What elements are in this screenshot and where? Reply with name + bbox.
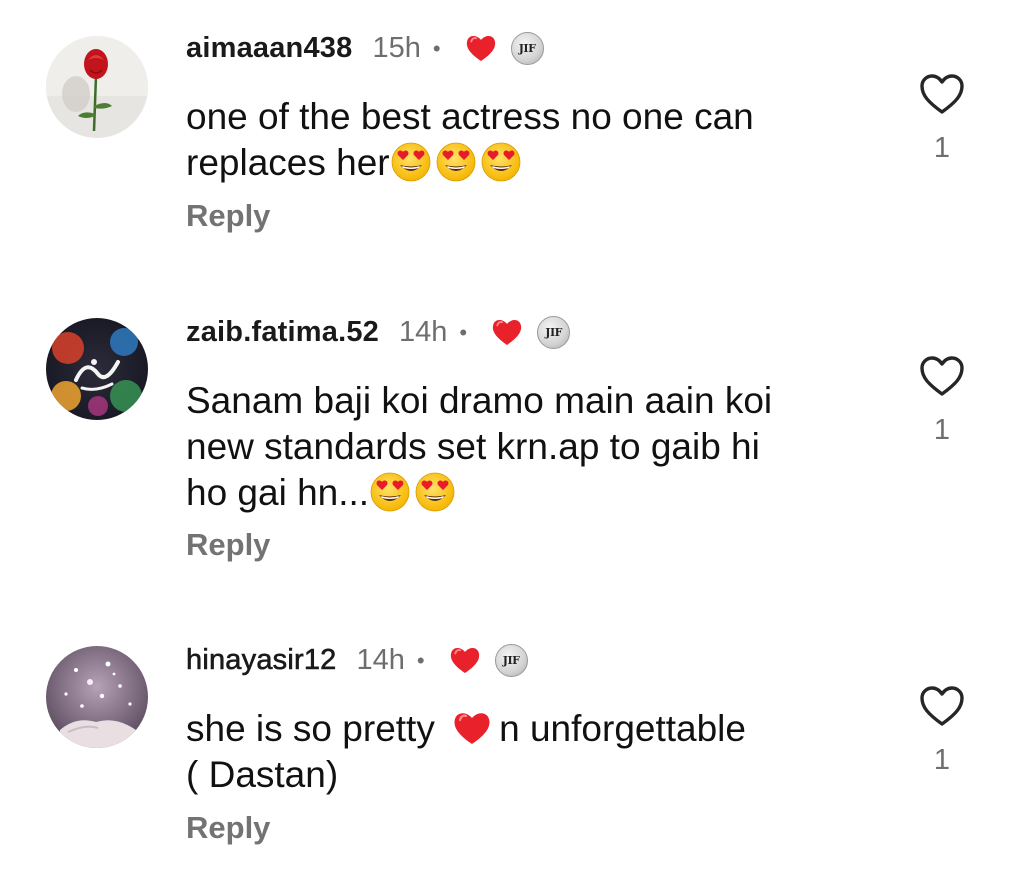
separator-dot: • xyxy=(459,320,468,345)
like-heart-icon[interactable] xyxy=(918,354,966,398)
reply-button[interactable]: Reply xyxy=(186,198,270,234)
like-count[interactable]: 1 xyxy=(918,414,966,447)
author-avatar-badge: JIF xyxy=(537,315,571,349)
comment-text: she is so pretty n unforgettable ( Dasta… xyxy=(186,706,876,798)
calligraphy-avatar-icon xyxy=(46,318,148,420)
comment-time: 15h xyxy=(372,31,421,64)
reply-button[interactable]: Reply xyxy=(186,810,270,846)
comment-text-line-with-emoji: ho gai hn... xyxy=(186,470,876,516)
comment-text-line: ho gai hn... xyxy=(186,472,370,513)
like-count[interactable]: 1 xyxy=(918,132,966,165)
username[interactable]: aimaaan438 xyxy=(186,32,352,65)
comment-text-line: ( Dastan) xyxy=(186,754,339,795)
comment-time: 14h xyxy=(356,643,405,676)
liked-by-author-heart-icon xyxy=(489,315,525,349)
comment-text-line: n unforgettable xyxy=(499,708,746,749)
separator-dot: • xyxy=(432,36,441,61)
heart-eyes-emoji-icon xyxy=(390,141,432,183)
comment-text-line: new standards set krn.ap to gaib hi xyxy=(186,426,760,467)
sparkle-hands-avatar-icon xyxy=(46,646,148,748)
like-heart-icon[interactable] xyxy=(918,72,966,116)
comment-text-line: replaces her xyxy=(186,142,390,183)
comment-meta: hinayasir12 14h • JIF xyxy=(186,640,528,680)
author-avatar-badge: JIF xyxy=(510,31,544,65)
comment-text-line: Sanam baji koi dramo main aain koi xyxy=(186,380,773,421)
comment-text-line: one of the best actress no one can xyxy=(186,96,754,137)
comment-text: Sanam baji koi dramo main aain koi new s… xyxy=(186,378,876,516)
username[interactable]: hinayasir12 xyxy=(186,643,337,677)
comment-text-line-with-emoji: replaces her xyxy=(186,140,876,186)
user-avatar[interactable] xyxy=(46,646,148,748)
like-heart-icon[interactable] xyxy=(918,684,966,728)
like-column: 1 xyxy=(918,684,966,777)
like-column: 1 xyxy=(918,354,966,447)
like-count[interactable]: 1 xyxy=(918,744,966,777)
username[interactable]: zaib.fatima.52 xyxy=(186,316,379,349)
comment-time: 14h xyxy=(399,315,448,348)
user-avatar[interactable] xyxy=(46,318,148,420)
comment-text-line-with-emoji: she is so pretty n unforgettable xyxy=(186,706,876,752)
heart-eyes-emoji-icon xyxy=(369,471,411,513)
heart-eyes-emoji-icon xyxy=(435,141,477,183)
comment-text: one of the best actress no one can repla… xyxy=(186,94,876,186)
comment-text-line: she is so pretty xyxy=(186,708,435,749)
author-avatar-badge: JIF xyxy=(494,643,528,677)
reply-button[interactable]: Reply xyxy=(186,527,270,563)
comment-meta: aimaaan438 15h • JIF xyxy=(186,28,544,68)
comment-meta: zaib.fatima.52 14h • JIF xyxy=(186,312,571,352)
rose-avatar-icon xyxy=(46,36,148,138)
liked-by-author-heart-icon xyxy=(463,31,499,65)
user-avatar[interactable] xyxy=(46,36,148,138)
heart-eyes-emoji-icon xyxy=(414,471,456,513)
heart-eyes-emoji-icon xyxy=(480,141,522,183)
like-column: 1 xyxy=(918,72,966,165)
liked-by-author-heart-icon xyxy=(447,643,483,677)
red-heart-emoji-icon xyxy=(451,707,493,749)
separator-dot: • xyxy=(416,648,425,673)
